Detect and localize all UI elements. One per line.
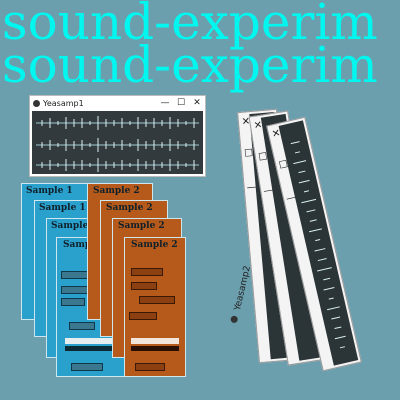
patch-object[interactable] xyxy=(135,363,165,371)
minimize-button[interactable]: — xyxy=(285,192,297,205)
waveform-svg xyxy=(36,116,199,172)
maximize-button[interactable]: ☐ xyxy=(243,148,254,160)
card-label: Sample 1 xyxy=(39,203,86,213)
rotated-window-titlebar[interactable]: Yeasamp2 xyxy=(230,265,253,324)
minimize-button[interactable]: — xyxy=(157,98,173,108)
waveform-window-small[interactable]: Yeasamp1 — ☐ ✕ xyxy=(29,95,206,177)
app-icon xyxy=(230,315,239,324)
patch-object[interactable] xyxy=(61,298,85,306)
patch-object[interactable] xyxy=(139,296,175,304)
maximize-button[interactable]: ☐ xyxy=(257,151,269,163)
card-label: Sample 1 xyxy=(26,186,73,196)
minimize-button[interactable]: — xyxy=(263,185,275,197)
patch-object[interactable] xyxy=(131,282,157,290)
sample2-patch-card-front[interactable]: Sample 2 xyxy=(124,237,186,377)
number-display xyxy=(65,338,115,344)
app-icon xyxy=(33,99,40,107)
maximize-button[interactable]: ☐ xyxy=(173,98,189,108)
level-meter xyxy=(131,346,179,351)
window-titlebar[interactable]: Yeasamp1 — ☐ ✕ xyxy=(30,96,205,110)
close-button[interactable]: ✕ xyxy=(189,98,205,108)
card-label: Sample 2 xyxy=(118,221,165,231)
title-text-echo: sound-experim xyxy=(2,36,378,94)
patch-object[interactable] xyxy=(129,312,157,320)
maximize-button[interactable]: ☐ xyxy=(277,159,289,172)
patch-object[interactable] xyxy=(71,363,103,371)
window-title: Yeasamp1 xyxy=(43,98,84,108)
window-title: Yeasamp2 xyxy=(232,264,253,312)
patch-object[interactable] xyxy=(69,322,95,330)
card-label: Sample 2 xyxy=(93,186,140,196)
close-button[interactable]: ✕ xyxy=(270,128,282,141)
waveform-display[interactable] xyxy=(32,111,203,174)
level-meter xyxy=(65,346,115,351)
minimize-button[interactable]: — xyxy=(246,182,257,194)
card-label: Sample 2 xyxy=(106,203,153,213)
card-label: Sample 2 xyxy=(131,240,178,250)
patch-object[interactable] xyxy=(131,268,163,276)
close-button[interactable]: ✕ xyxy=(252,120,264,132)
number-display xyxy=(131,338,179,344)
